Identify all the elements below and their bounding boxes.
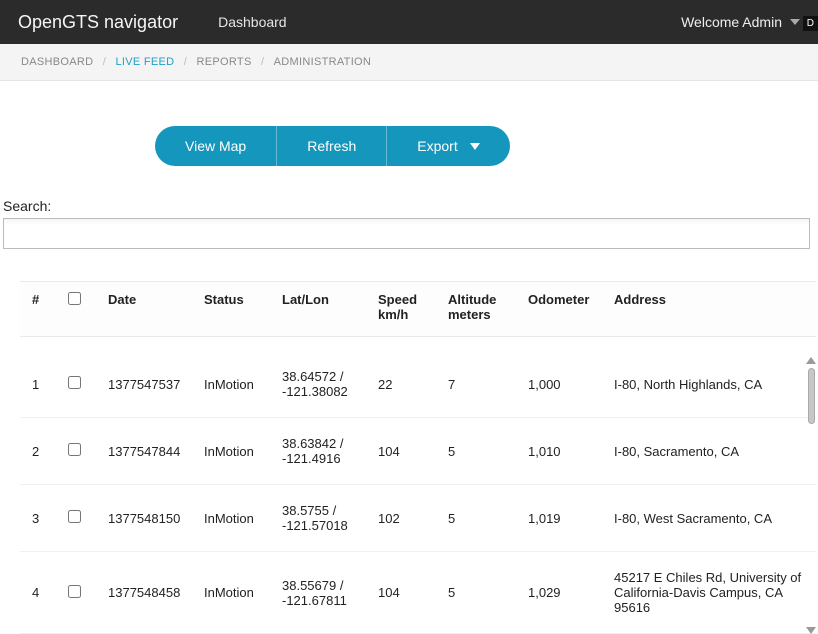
scroll-down-icon bbox=[806, 627, 816, 634]
cell-status: InMotion bbox=[196, 337, 274, 418]
corner-badge: D bbox=[803, 16, 818, 31]
cell-altitude: 7 bbox=[440, 337, 520, 418]
row-checkbox[interactable] bbox=[68, 376, 81, 389]
cell-speed: 104 bbox=[370, 552, 440, 634]
breadcrumb-sep: / bbox=[261, 56, 264, 68]
cell-status: InMotion bbox=[196, 552, 274, 634]
cell-odometer: 1,000 bbox=[520, 337, 606, 418]
table-row: 21377547844InMotion38.63842 / -121.49161… bbox=[20, 418, 816, 485]
cell-altitude: 5 bbox=[440, 552, 520, 634]
cell-checkbox bbox=[60, 337, 100, 418]
chevron-down-icon bbox=[470, 143, 480, 150]
cell-speed: 102 bbox=[370, 485, 440, 552]
breadcrumb-sep: / bbox=[184, 56, 187, 68]
data-table: # Date Status Lat/Lon Speed km/h Altitud… bbox=[20, 281, 816, 634]
breadcrumb-sep: / bbox=[103, 56, 106, 68]
cell-idx: 2 bbox=[20, 418, 60, 485]
cell-date: 1377548458 bbox=[100, 552, 196, 634]
refresh-button[interactable]: Refresh bbox=[276, 126, 386, 166]
welcome-menu[interactable]: Welcome Admin bbox=[681, 14, 800, 30]
cell-odometer: 1,029 bbox=[520, 552, 606, 634]
cell-idx: 1 bbox=[20, 337, 60, 418]
action-row: View Map Refresh Export bbox=[0, 81, 818, 194]
row-checkbox[interactable] bbox=[68, 585, 81, 598]
table-header-row: # Date Status Lat/Lon Speed km/h Altitud… bbox=[20, 282, 816, 337]
cell-speed: 104 bbox=[370, 418, 440, 485]
cell-altitude: 5 bbox=[440, 418, 520, 485]
col-header-address[interactable]: Address bbox=[606, 282, 816, 337]
cell-latlon: 38.55679 / -121.67811 bbox=[274, 552, 370, 634]
scroll-up-icon bbox=[806, 357, 816, 364]
chevron-down-icon bbox=[790, 19, 800, 25]
cell-address: 45217 E Chiles Rd, University of Califor… bbox=[606, 552, 816, 634]
topbar-dashboard-link[interactable]: Dashboard bbox=[218, 14, 287, 30]
cell-speed: 22 bbox=[370, 337, 440, 418]
cell-idx: 4 bbox=[20, 552, 60, 634]
cell-checkbox bbox=[60, 418, 100, 485]
col-header-speed[interactable]: Speed km/h bbox=[370, 282, 440, 337]
select-all-checkbox[interactable] bbox=[68, 292, 81, 305]
table-row: 31377548150InMotion38.5755 / -121.570181… bbox=[20, 485, 816, 552]
cell-status: InMotion bbox=[196, 485, 274, 552]
cell-latlon: 38.64572 / -121.38082 bbox=[274, 337, 370, 418]
col-header-altitude[interactable]: Altitude meters bbox=[440, 282, 520, 337]
col-header-latlon[interactable]: Lat/Lon bbox=[274, 282, 370, 337]
view-map-button[interactable]: View Map bbox=[155, 126, 276, 166]
cell-odometer: 1,019 bbox=[520, 485, 606, 552]
cell-address: I-80, West Sacramento, CA bbox=[606, 485, 816, 552]
search-label: Search: bbox=[3, 198, 810, 214]
table-wrap: # Date Status Lat/Lon Speed km/h Altitud… bbox=[0, 281, 818, 634]
row-checkbox[interactable] bbox=[68, 443, 81, 456]
pill-group: View Map Refresh Export bbox=[155, 126, 510, 166]
cell-idx: 3 bbox=[20, 485, 60, 552]
breadcrumb-item-administration[interactable]: ADMINISTRATION bbox=[274, 56, 372, 68]
topbar: OpenGTS navigator Dashboard Welcome Admi… bbox=[0, 0, 818, 44]
cell-checkbox bbox=[60, 552, 100, 634]
breadcrumb-item-dashboard[interactable]: DASHBOARD bbox=[21, 56, 93, 68]
col-header-checkbox bbox=[60, 282, 100, 337]
breadcrumb-item-live-feed[interactable]: LIVE FEED bbox=[115, 56, 174, 68]
cell-date: 1377547537 bbox=[100, 337, 196, 418]
breadcrumb: DASHBOARD / LIVE FEED / REPORTS / ADMINI… bbox=[0, 44, 818, 81]
search-input[interactable] bbox=[3, 218, 810, 249]
cell-altitude: 5 bbox=[440, 485, 520, 552]
welcome-label: Welcome Admin bbox=[681, 14, 782, 30]
cell-address: I-80, Sacramento, CA bbox=[606, 418, 816, 485]
row-checkbox[interactable] bbox=[68, 510, 81, 523]
col-header-odometer[interactable]: Odometer bbox=[520, 282, 606, 337]
col-header-date[interactable]: Date bbox=[100, 282, 196, 337]
cell-date: 1377548150 bbox=[100, 485, 196, 552]
table-row: 4 1377548458InMotion38.55679 / -121.67811… bbox=[20, 552, 816, 634]
cell-checkbox bbox=[60, 485, 100, 552]
cell-latlon: 38.63842 / -121.4916 bbox=[274, 418, 370, 485]
scrollbar[interactable] bbox=[804, 357, 818, 634]
col-header-idx[interactable]: # bbox=[20, 282, 60, 337]
export-button[interactable]: Export bbox=[386, 126, 509, 166]
export-label: Export bbox=[417, 138, 457, 154]
col-header-status[interactable]: Status bbox=[196, 282, 274, 337]
cell-status: InMotion bbox=[196, 418, 274, 485]
cell-address: I-80, North Highlands, CA bbox=[606, 337, 816, 418]
cell-date: 1377547844 bbox=[100, 418, 196, 485]
cell-odometer: 1,010 bbox=[520, 418, 606, 485]
scroll-thumb[interactable] bbox=[808, 368, 815, 424]
search-row: Search: bbox=[0, 194, 818, 253]
cell-latlon: 38.5755 / -121.57018 bbox=[274, 485, 370, 552]
breadcrumb-item-reports[interactable]: REPORTS bbox=[197, 56, 252, 68]
table-row: 1 1377547537InMotion38.64572 / -121.38082… bbox=[20, 337, 816, 418]
app-title: OpenGTS navigator bbox=[18, 12, 178, 33]
